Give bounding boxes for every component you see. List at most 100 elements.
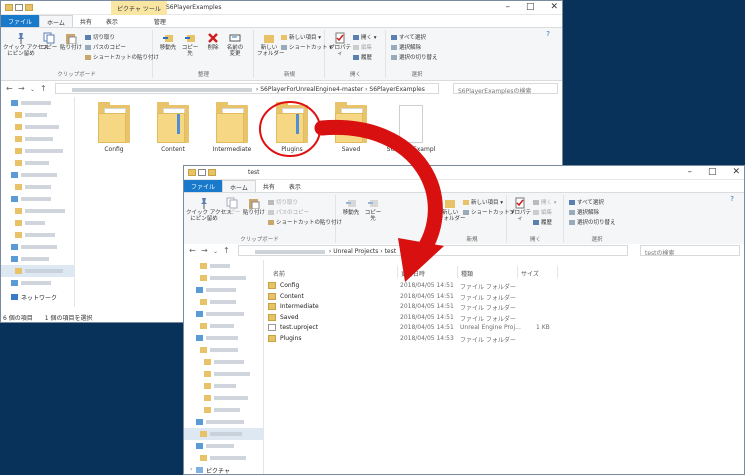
tree-item[interactable] [184,332,263,344]
column-header-type[interactable]: 種類 [458,266,518,278]
tab-file[interactable]: ファイル [1,15,40,27]
invert-selection-button[interactable]: 選択の切り替え [569,218,616,226]
rename-button[interactable]: 名前の 変更 [224,32,246,57]
breadcrumb-item[interactable]: S6PlayerExamples [369,86,424,93]
open-button[interactable]: 開く ▾ [353,33,377,41]
close-button[interactable]: ✕ [550,2,558,12]
minimize-button[interactable]: – [505,2,510,12]
tree-item[interactable] [184,440,263,452]
new-item-button[interactable]: 新しい項目 ▾ [281,33,321,41]
close-button[interactable]: ✕ [732,167,740,177]
move-to-button[interactable]: 移動先 [341,197,361,216]
help-icon[interactable]: ? [730,195,734,203]
help-icon[interactable]: ? [546,30,550,38]
table-row[interactable]: Intermediate 2018/04/05 14:51 ファイル フォルダー [266,301,744,312]
history-button[interactable]: 履歴 [353,53,372,61]
properties-quick-icon[interactable] [15,4,23,11]
folder-item-intermediate[interactable]: Intermediate [207,102,257,153]
tree-item-selected[interactable] [1,265,74,277]
tree-item[interactable] [1,145,74,157]
tree-item[interactable] [184,368,263,380]
new-folder-button[interactable]: 新しい フォルダー [438,197,466,222]
recent-dropdown-icon[interactable]: ⌄ [30,86,35,93]
tab-manage[interactable]: 管理 [147,15,173,27]
folder-item-saved[interactable]: Saved [326,102,376,153]
tree-item[interactable] [1,133,74,145]
paste-button[interactable]: 貼り付け [242,197,266,216]
tree-item[interactable] [1,181,74,193]
select-all-button[interactable]: すべて選択 [569,198,604,206]
tab-view[interactable]: 表示 [282,180,308,192]
easy-access-button[interactable]: ショートカット ▾ [281,43,332,51]
tree-item[interactable] [184,320,263,332]
tree-item[interactable] [1,97,74,109]
tree-item[interactable] [1,169,74,181]
tree-item[interactable] [1,193,74,205]
folder-item-plugins[interactable]: Plugins [267,102,317,153]
tab-share[interactable]: 共有 [73,15,99,27]
column-header-name[interactable]: 名前 [270,266,398,278]
properties-button[interactable]: プロパティ [508,197,532,222]
new-folder-quick-icon[interactable] [208,169,216,176]
edit-button[interactable]: 編集 [353,43,372,51]
tree-item[interactable] [184,272,263,284]
invert-selection-button[interactable]: 選択の切り替え [391,53,438,61]
breadcrumb[interactable]: › S6PlayerForUnrealEngine4-master › S6Pl… [55,83,439,94]
tree-item[interactable] [1,277,74,289]
column-header-size[interactable]: サイズ [518,266,558,278]
breadcrumb-item[interactable]: S6PlayerForUnrealEngine4-master [260,86,363,93]
maximize-button[interactable]: □ [526,2,535,12]
tab-home[interactable]: ホーム [222,180,256,192]
delete-button[interactable]: 削除 [204,32,222,51]
history-button[interactable]: 履歴 [533,218,552,226]
minimize-button[interactable]: – [687,167,692,177]
folder-item-config[interactable]: Config [89,102,139,153]
cut-button[interactable]: 切り取り [268,198,298,206]
table-row[interactable]: Saved 2018/04/05 14:51 ファイル フォルダー [266,312,744,323]
tree-item[interactable] [1,229,74,241]
copy-button[interactable]: コピー [222,197,242,216]
tree-item[interactable] [1,217,74,229]
paste-shortcut-button[interactable]: ショートカットの貼り付け [268,218,342,226]
pin-quick-access-button[interactable]: クイック アクセス にピン留め [186,197,231,222]
tree-item[interactable] [184,452,263,464]
search-input[interactable]: testの検索 [640,245,740,257]
pin-quick-access-button[interactable]: クイック アクセス にピン留め [3,32,48,57]
copy-button[interactable]: コピー [39,32,59,51]
back-button[interactable]: ← [189,246,196,255]
tree-item[interactable] [184,284,263,296]
tree-item-pictures[interactable]: › ピクチャ [184,464,263,474]
tree-item[interactable] [184,404,263,416]
recent-dropdown-icon[interactable]: ⌄ [213,248,218,255]
copy-path-button[interactable]: パスのコピー [268,208,309,216]
new-folder-button[interactable]: 新しい フォルダー [257,32,285,57]
tree-item-selected[interactable] [184,428,263,440]
tree-item[interactable] [184,380,263,392]
new-item-button[interactable]: 新しい項目 ▾ [463,198,503,206]
tree-item[interactable] [184,260,263,272]
tree-item[interactable] [1,157,74,169]
tree-item-network[interactable]: ネットワーク [1,291,74,303]
breadcrumb-item[interactable]: Unreal Projects [333,248,378,255]
up-button[interactable]: ↑ [223,246,230,255]
search-input[interactable]: S6PlayerExamplesの検索 [453,83,558,95]
tree-item[interactable] [184,344,263,356]
file-item-uproject[interactable]: S6PlayerExampl [386,105,436,153]
tree-item[interactable] [184,296,263,308]
tree-item[interactable] [1,241,74,253]
column-header-date[interactable]: 更新日時 [398,266,458,278]
forward-button[interactable]: → [18,84,25,93]
open-button[interactable]: 開く ▾ [533,198,557,206]
tree-item[interactable] [184,356,263,368]
new-folder-quick-icon[interactable] [25,4,33,11]
properties-quick-icon[interactable] [198,169,206,176]
copy-to-button[interactable]: コピー先 [363,197,383,222]
breadcrumb[interactable]: › Unreal Projects › test [238,245,628,256]
back-button[interactable]: ← [6,84,13,93]
tab-share[interactable]: 共有 [256,180,282,192]
tree-item[interactable] [184,416,263,428]
tree-item[interactable] [184,392,263,404]
table-row[interactable]: Plugins 2018/04/05 14:53 ファイル フォルダー [266,333,744,344]
select-none-button[interactable]: 選択解除 [569,208,599,216]
properties-button[interactable]: プロパティ [328,32,352,57]
